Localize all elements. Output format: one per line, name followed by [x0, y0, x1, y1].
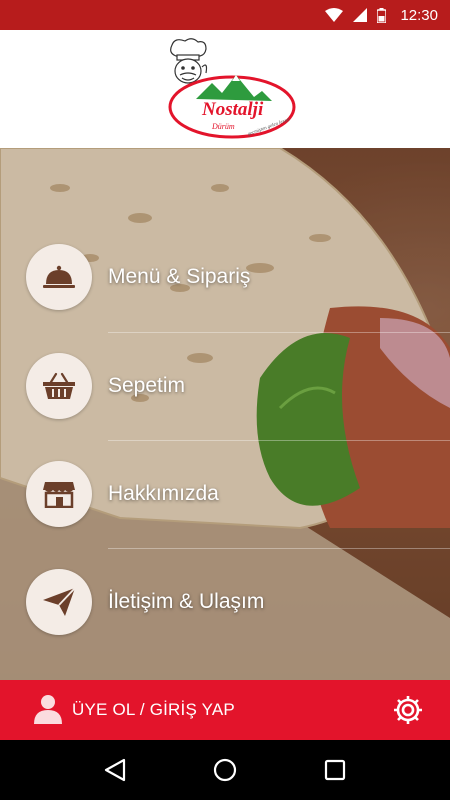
menu-item-cart[interactable]: Sepetim — [0, 332, 450, 440]
menu-item-about[interactable]: Hakkımızda — [0, 440, 450, 548]
menu-item-contact[interactable]: İletişim & Ulaşım — [0, 548, 450, 656]
basket-icon — [43, 372, 75, 399]
signal-icon — [353, 8, 368, 22]
wifi-icon — [325, 8, 344, 22]
menu-item-label: Hakkımızda — [108, 482, 219, 505]
menu-icon-circle — [26, 569, 92, 635]
store-icon — [43, 482, 75, 508]
home-icon[interactable] — [205, 750, 245, 790]
menu-item-label: Sepetim — [108, 374, 186, 397]
menu-icon-circle — [26, 353, 92, 419]
hero-background: Menü & Sipariş Sepetim Hakkımızda İletiş… — [0, 148, 450, 680]
back-icon[interactable] — [95, 750, 135, 790]
app-header: Nostalji Dürüm geçmişten gelen lezzet — [0, 30, 450, 148]
login-bar: ÜYE OL / GİRİŞ YAP — [0, 680, 450, 740]
brand-logo: Nostalji Dürüm geçmişten gelen lezzet — [168, 38, 296, 139]
status-bar: 12:30 — [0, 0, 450, 30]
paper-plane-icon — [43, 588, 75, 616]
menu-item-label: Menü & Sipariş — [108, 265, 251, 288]
cloche-icon — [43, 265, 75, 288]
svg-text:Nostalji: Nostalji — [201, 99, 264, 120]
chef-mascot — [170, 38, 208, 84]
login-register-button[interactable]: ÜYE OL / GİRİŞ YAP — [72, 700, 235, 720]
system-nav-bar — [0, 740, 450, 800]
menu-icon-circle — [26, 461, 92, 527]
menu-item-order[interactable]: Menü & Sipariş — [0, 223, 450, 331]
user-icon — [34, 694, 62, 729]
settings-gear-icon[interactable] — [392, 694, 424, 731]
recents-icon[interactable] — [315, 750, 355, 790]
status-time: 12:30 — [400, 6, 438, 24]
svg-text:Dürüm: Dürüm — [211, 122, 235, 131]
battery-icon — [377, 7, 387, 23]
menu-icon-circle — [26, 244, 92, 310]
menu-item-label: İletişim & Ulaşım — [108, 590, 265, 613]
